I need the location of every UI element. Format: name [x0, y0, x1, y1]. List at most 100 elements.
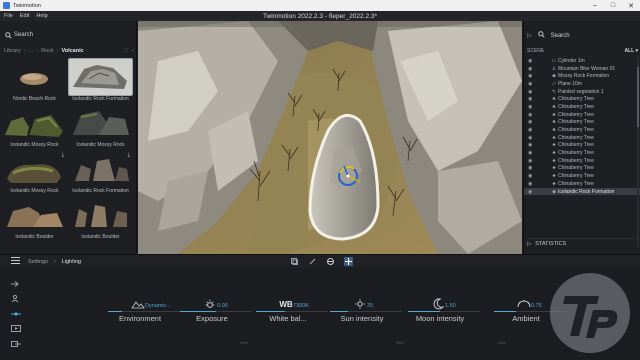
scene-row[interactable]: ◉ ♣ Chinaberry Tree [524, 103, 640, 111]
scene-row[interactable]: ◉ ♣ Chinaberry Tree [524, 119, 640, 127]
visibility-eye-icon[interactable]: ◉ [528, 165, 536, 171]
export-icon[interactable] [8, 336, 24, 351]
scene-search[interactable]: ▷ Search [527, 30, 639, 41]
param-exposure[interactable]: 0.00 Exposure [172, 298, 252, 338]
visibility-eye-icon[interactable]: ◉ [528, 89, 536, 95]
scene-row[interactable]: ◉ ♣ Chinaberry Tree [524, 149, 640, 157]
visibility-eye-icon[interactable]: ◉ [528, 104, 536, 110]
scene-row[interactable]: ◉ ▭ Cylinder 1m [524, 57, 640, 65]
breadcrumb-ellipsis[interactable]: ... [29, 48, 34, 54]
visibility-eye-icon[interactable]: ◉ [528, 158, 536, 164]
visibility-eye-icon[interactable]: ◉ [528, 150, 536, 156]
param-white-balance[interactable]: WB 7300K White bal... [248, 298, 328, 338]
scene-row[interactable]: ◉ ♣ Chinaberry Tree [524, 165, 640, 173]
import-icon[interactable] [8, 276, 24, 291]
visibility-eye-icon[interactable]: ◉ [528, 96, 536, 102]
param-slider[interactable] [108, 311, 180, 312]
param-environment[interactable]: Dynamic... Environment [100, 298, 180, 338]
breadcrumb-volcanic[interactable]: Volcanic [61, 48, 83, 54]
scene-row[interactable]: ◉ ♣ Chinaberry Tree [524, 95, 640, 103]
scene-row[interactable]: ◉ ◆ Icelandic Rock Formation [524, 187, 640, 196]
expand-icon[interactable]: ▷ [527, 32, 532, 39]
3d-viewport[interactable] [138, 21, 522, 254]
library-tile[interactable]: Nordic Beach Rock [3, 59, 66, 105]
param-value[interactable]: 0.00 [217, 303, 228, 309]
visibility-eye-icon[interactable]: ◉ [528, 173, 536, 179]
scene-row[interactable]: ◉ ◆ Mossy Rock Formation [524, 72, 640, 80]
breadcrumb-rock[interactable]: Rock [41, 48, 54, 54]
people-icon[interactable] [8, 291, 24, 306]
param-slider[interactable] [180, 311, 252, 312]
globe-icon[interactable] [326, 257, 335, 266]
collapse-icon[interactable]: ‹ [132, 48, 134, 54]
param-value[interactable]: 1.50 [445, 303, 456, 309]
close-button[interactable]: ✕ [622, 0, 640, 11]
param-value[interactable]: 25 [367, 303, 373, 309]
visibility-eye-icon[interactable]: ◉ [528, 181, 536, 187]
visibility-eye-icon[interactable]: ◉ [528, 81, 536, 87]
library-tile[interactable]: Icelandic Mossy Rock [69, 105, 132, 151]
library-tile[interactable]: ⤓ Icelandic Mossy Rock [3, 151, 66, 197]
visibility-eye-icon[interactable]: ◉ [528, 73, 536, 79]
visibility-eye-icon[interactable]: ◉ [528, 135, 536, 141]
scene-row[interactable]: ◉ ▱ Plane 10m [524, 80, 640, 88]
brush-icon[interactable] [308, 257, 317, 266]
breadcrumb-library[interactable]: Library [4, 48, 21, 54]
minimize-button[interactable]: – [586, 0, 604, 11]
layers-icon[interactable] [290, 257, 299, 266]
scene-row[interactable]: ◉ ♣ Chinaberry Tree [524, 157, 640, 165]
visibility-eye-icon[interactable]: ◉ [528, 58, 536, 64]
param-slider[interactable] [408, 311, 480, 312]
param-value[interactable]: Dynamic... [145, 303, 171, 309]
move-gizmo-icon[interactable] [344, 257, 353, 266]
more-label[interactable]: More [240, 341, 248, 345]
more-label[interactable]: More [396, 341, 404, 345]
media-icon[interactable] [8, 321, 24, 336]
param-slider[interactable] [330, 311, 402, 312]
library-tile[interactable]: Icelandic Boulder [69, 197, 132, 243]
scene-row[interactable]: ◉ ♙ Mountain Bike Woman 01 [524, 65, 640, 73]
download-icon[interactable]: ⤓ [62, 152, 64, 158]
visibility-eye-icon[interactable]: ◉ [528, 119, 536, 125]
statistics-section[interactable]: ▷ STATISTICS [527, 238, 639, 248]
param-sun-intensity[interactable]: 25 Sun intensity [322, 298, 402, 338]
hamburger-menu-icon[interactable] [11, 257, 21, 266]
menu-edit[interactable]: Edit [20, 13, 29, 19]
scene-row[interactable]: ◉ ♣ Chinaberry Tree [524, 111, 640, 119]
scene-row[interactable]: ◉ ♣ Chinaberry Tree [524, 172, 640, 180]
param-value[interactable]: 7300K [293, 303, 309, 309]
library-tile[interactable]: Icelandic Boulder [3, 197, 66, 243]
visibility-eye-icon[interactable]: ◉ [528, 66, 536, 72]
scene-filter[interactable]: ALL ▾ [624, 48, 638, 54]
crumb-lighting[interactable]: Lighting [62, 259, 81, 265]
library-tile[interactable]: Icelandic Rock Formation [68, 58, 133, 105]
library-tile[interactable]: Icelandic Mossy Rock [3, 105, 66, 151]
scene-row[interactable]: ◉ ♣ Chinaberry Tree [524, 180, 640, 188]
visibility-eye-icon[interactable]: ◉ [528, 142, 536, 148]
param-slider[interactable] [256, 311, 328, 312]
scene-row[interactable]: ◉ ♣ Chinaberry Tree [524, 126, 640, 134]
scene-row[interactable]: ◉ ♣ Chinaberry Tree [524, 134, 640, 142]
expand-icon[interactable]: ▷ [527, 241, 531, 247]
favorite-icon[interactable]: ♡ [123, 48, 128, 54]
settings-sliders-icon[interactable] [8, 306, 24, 321]
visibility-eye-icon[interactable]: ◉ [528, 189, 536, 195]
library-search[interactable]: Search [2, 29, 135, 41]
download-icon[interactable]: ⤓ [128, 152, 130, 158]
visibility-eye-icon[interactable]: ◉ [528, 127, 536, 133]
scene-scrollbar[interactable] [637, 57, 639, 247]
param-value[interactable]: 0.75 [531, 303, 542, 309]
more-label[interactable]: More [498, 341, 506, 345]
maximize-button[interactable]: □ [604, 0, 622, 11]
scrollbar-thumb[interactable] [637, 67, 639, 127]
search-icon [537, 31, 545, 40]
library-tile[interactable]: ⤓ Icelandic Rock Formation [69, 151, 132, 197]
menu-help[interactable]: Help [36, 13, 47, 19]
crumb-settings[interactable]: Settings [28, 259, 48, 265]
scene-row[interactable]: ◉ ✎ Painted vegetation 1 [524, 88, 640, 96]
visibility-eye-icon[interactable]: ◉ [528, 112, 536, 118]
param-moon-intensity[interactable]: 1.50 Moon intensity [400, 298, 480, 338]
scene-row[interactable]: ◉ ♣ Chinaberry Tree [524, 142, 640, 150]
tile-label: Icelandic Boulder [15, 234, 54, 240]
menu-file[interactable]: File [4, 13, 13, 19]
